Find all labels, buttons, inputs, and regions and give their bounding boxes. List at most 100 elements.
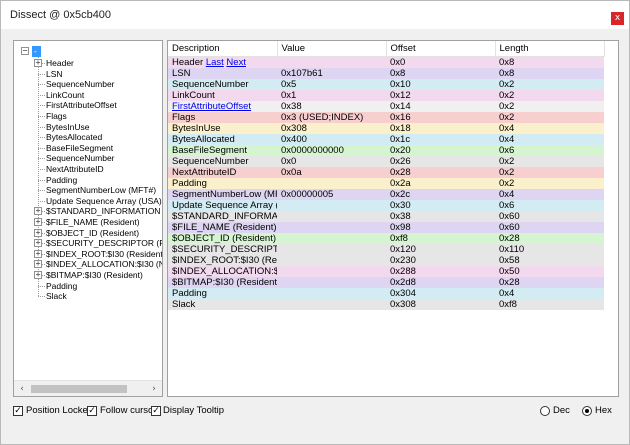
cell-offset: 0x28: [390, 166, 411, 178]
tree-item[interactable]: Update Sequence Array (USA): [46, 196, 162, 207]
column-header-description[interactable]: Description: [168, 41, 278, 57]
column-header-offset[interactable]: Offset: [386, 41, 496, 57]
cell-offset: 0x288: [390, 265, 416, 277]
tree-item[interactable]: BytesInUse: [46, 122, 89, 133]
table-row[interactable]: $INDEX_ALLOCATION:$I30 (Non-Resident) 0x2…: [168, 265, 604, 277]
cell-length: 0x28: [499, 276, 520, 288]
scroll-left-icon[interactable]: ‹: [15, 382, 29, 396]
title-bar[interactable]: Dissect @ 0x5cb400 x: [1, 1, 629, 29]
table-row[interactable]: SequenceNumber 0x0 0x26 0x2: [168, 155, 604, 167]
cell-offset: 0x308: [390, 298, 416, 310]
table-row[interactable]: $BITMAP:$I30 (Resident) 0x2d8 0x28: [168, 276, 604, 288]
table-row[interactable]: $FILE_NAME (Resident) 0x98 0x60: [168, 221, 604, 233]
expand-icon[interactable]: +: [34, 249, 42, 258]
expand-icon[interactable]: +: [34, 260, 42, 269]
table-row[interactable]: Update Sequence Array (USA) 0x30 0x6: [168, 199, 604, 211]
dec-radio[interactable]: [540, 406, 550, 416]
table-row[interactable]: BaseFileSegment 0x0000000000 0x20 0x6: [168, 144, 604, 156]
scroll-thumb[interactable]: [31, 385, 127, 393]
next-link[interactable]: Next: [226, 57, 246, 68]
tree-item[interactable]: SegmentNumberLow (MFT#): [46, 185, 156, 196]
display-tooltip-checkbox[interactable]: ✓: [151, 406, 161, 416]
tree-item[interactable]: $BITMAP:$I30 (Resident): [46, 270, 143, 281]
table-row[interactable]: $SECURITY_DESCRIPTOR (Resident) 0x120 0x11…: [168, 243, 604, 255]
cell-length: 0x6: [499, 199, 515, 211]
last-link[interactable]: Last: [206, 57, 224, 68]
follow-cursor-checkbox[interactable]: ✓: [87, 406, 97, 416]
table-row[interactable]: Header Last Next 0x0 0x8: [168, 56, 604, 68]
position-locked-checkbox[interactable]: ✓: [13, 406, 23, 416]
follow-cursor-label: Follow cursor: [100, 405, 157, 416]
table-row[interactable]: LSN 0x107b61 0x8 0x8: [168, 67, 604, 79]
cell-length: 0x2: [499, 111, 515, 123]
tree-item[interactable]: $SECURITY_DESCRIPTOR (Resid: [46, 238, 162, 249]
tree-item[interactable]: LinkCount: [46, 90, 84, 101]
table-row[interactable]: BytesInUse 0x308 0x18 0x4: [168, 122, 604, 134]
tree-item[interactable]: $STANDARD_INFORMATION (Re: [46, 206, 162, 217]
table-row[interactable]: LinkCount 0x1 0x12 0x2: [168, 89, 604, 101]
structure-tree[interactable]: − - + Header LSN SequenceNumber LinkCount First…: [13, 40, 163, 397]
close-button[interactable]: x: [611, 12, 624, 25]
scroll-right-icon[interactable]: ›: [147, 382, 161, 396]
cell-description: BytesInUse: [172, 122, 221, 134]
expand-icon[interactable]: +: [34, 271, 42, 279]
cell-value: [277, 56, 386, 68]
tree-root-label: -: [34, 46, 37, 56]
tree-item[interactable]: BytesAllocated: [46, 132, 102, 143]
cell-value: [277, 255, 386, 266]
field-link[interactable]: FirstAttributeOffset: [172, 101, 251, 112]
cell-value: [277, 233, 386, 244]
table-row[interactable]: SegmentNumberLow (MFT#) 0x00000005 0x2c 0x4: [168, 188, 604, 200]
table-row[interactable]: FirstAttributeOffset 0x38 0x14 0x2: [168, 100, 604, 112]
tree-item[interactable]: NextAttributeID: [46, 164, 104, 175]
table-row[interactable]: $STANDARD_INFORMATION (Resident) 0x38 0x60: [168, 210, 604, 222]
cell-offset: 0xf8: [390, 232, 408, 244]
cell-offset: 0x26: [390, 155, 411, 167]
table-row[interactable]: Slack 0x308 0xf8: [168, 298, 604, 310]
cell-offset: 0x98: [390, 221, 411, 233]
tree-item[interactable]: BaseFileSegment: [46, 143, 113, 154]
tree-branch-line: [38, 179, 45, 181]
tree-item[interactable]: SequenceNumber: [46, 153, 115, 164]
tree-item[interactable]: FirstAttributeOffset: [46, 100, 117, 111]
table-row[interactable]: BytesAllocated 0x400 0x1c 0x4: [168, 133, 604, 145]
root-collapse-icon[interactable]: −: [21, 47, 29, 55]
tree-item[interactable]: Slack: [46, 291, 67, 302]
expand-icon[interactable]: +: [34, 207, 42, 216]
table-row[interactable]: SequenceNumber 0x5 0x10 0x2: [168, 78, 604, 90]
expand-icon[interactable]: +: [34, 239, 42, 248]
tree-item[interactable]: $OBJECT_ID (Resident): [46, 228, 139, 239]
dec-label: Dec: [553, 405, 570, 416]
cell-offset: 0x20: [390, 144, 411, 156]
table-row[interactable]: Padding 0x304 0x4: [168, 287, 604, 299]
cell-value: [277, 200, 386, 211]
tree-item[interactable]: $INDEX_ROOT:$I30 (Resident): [46, 249, 162, 260]
expand-icon[interactable]: +: [34, 218, 42, 226]
tree-horizontal-scrollbar[interactable]: ‹ ›: [14, 380, 162, 396]
table-row[interactable]: NextAttributeID 0x0a 0x28 0x2: [168, 166, 604, 178]
hex-radio[interactable]: [582, 406, 592, 416]
tree-item[interactable]: Padding: [46, 175, 77, 186]
cell-length: 0x6: [499, 144, 515, 156]
tree-item[interactable]: $FILE_NAME (Resident): [46, 217, 140, 228]
table-row[interactable]: Flags 0x3 (USED;INDEX) 0x16 0x2: [168, 111, 604, 123]
cell-value: [277, 299, 386, 310]
tree-item[interactable]: Flags: [46, 111, 67, 122]
table-row[interactable]: $OBJECT_ID (Resident) 0xf8 0x28: [168, 232, 604, 244]
tree-item[interactable]: SequenceNumber: [46, 79, 115, 90]
expand-icon[interactable]: +: [34, 228, 42, 237]
column-header-value[interactable]: Value: [277, 41, 387, 57]
cell-description: $BITMAP:$I30 (Resident): [172, 276, 277, 288]
tree-item[interactable]: $INDEX_ALLOCATION:$I30 (Non: [46, 259, 162, 270]
cell-length: 0x60: [499, 210, 520, 222]
tree-item[interactable]: Padding: [46, 281, 77, 292]
tree-item[interactable]: Header: [46, 58, 74, 69]
cell-offset: 0x14: [390, 100, 411, 112]
table-row[interactable]: $INDEX_ROOT:$I30 (Resident) 0x230 0x58: [168, 254, 604, 266]
cell-description: Flags: [172, 111, 196, 123]
column-header-length[interactable]: Length: [495, 41, 605, 57]
table-row[interactable]: Padding 0x2a 0x2: [168, 177, 604, 189]
tree-item[interactable]: LSN: [46, 69, 63, 80]
expand-icon[interactable]: +: [34, 59, 42, 67]
cell-offset: 0x16: [390, 111, 411, 123]
